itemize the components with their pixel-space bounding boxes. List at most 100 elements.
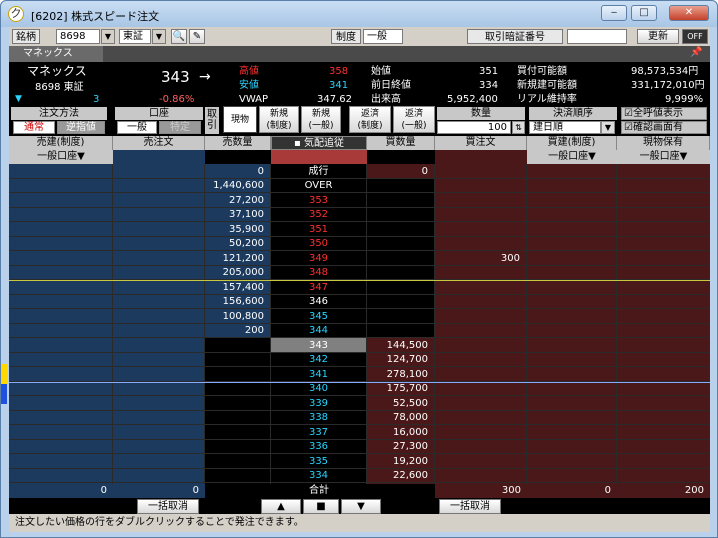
off-toggle[interactable]: OFF: [682, 29, 708, 44]
buy-margin-cell[interactable]: [527, 222, 617, 237]
holdings-cell[interactable]: [617, 309, 710, 324]
scroll-up-button[interactable]: ▲: [261, 499, 301, 514]
price-cell[interactable]: 342: [271, 353, 367, 367]
cancel-all-sell-button[interactable]: 一括取消: [137, 499, 199, 514]
buy-margin-cell[interactable]: [527, 179, 617, 193]
holdings-cell[interactable]: [617, 353, 710, 367]
normal-order-button[interactable]: 通常: [13, 121, 55, 134]
settle-order-select[interactable]: 建日順: [529, 121, 601, 134]
buy-margin-cell[interactable]: [527, 208, 617, 222]
sell-order-cell[interactable]: [113, 353, 205, 367]
edit-icon[interactable]: ✎: [189, 29, 205, 44]
sell-order-cell[interactable]: [113, 222, 205, 237]
price-cell[interactable]: 351: [271, 222, 367, 237]
sell-margin-cell[interactable]: [9, 295, 113, 309]
buy-margin-cell[interactable]: [527, 469, 617, 483]
genbutsu-button[interactable]: 現物: [223, 106, 257, 133]
pin-icon[interactable]: 📌: [690, 47, 706, 61]
tokutei-account-button[interactable]: 特定: [159, 121, 201, 134]
market-dropdown-icon[interactable]: ▼: [152, 29, 166, 44]
holdings-cell[interactable]: [617, 338, 710, 353]
buy-order-cell[interactable]: [435, 295, 527, 309]
sell-margin-cell[interactable]: [9, 411, 113, 425]
buy-margin-cell[interactable]: [527, 164, 617, 179]
search-icon[interactable]: 🔍: [171, 29, 187, 44]
buy-order-cell[interactable]: [435, 222, 527, 237]
sell-margin-cell[interactable]: [9, 382, 113, 396]
buy-margin-cell[interactable]: [527, 237, 617, 251]
price-cell[interactable]: 成行: [271, 164, 367, 179]
sell-margin-cell[interactable]: [9, 440, 113, 454]
holdings-cell[interactable]: [617, 454, 710, 469]
sell-margin-cell[interactable]: [9, 193, 113, 208]
sell-order-cell[interactable]: [113, 396, 205, 411]
sell-margin-cell[interactable]: [9, 266, 113, 280]
price-cell[interactable]: 334: [271, 469, 367, 483]
price-cell[interactable]: 338: [271, 411, 367, 425]
price-cell[interactable]: OVER: [271, 179, 367, 193]
all-prices-checkbox[interactable]: ☑全呼値表示: [621, 107, 707, 120]
price-cell[interactable]: 343: [271, 338, 367, 353]
sell-margin-cell[interactable]: [9, 280, 113, 295]
buy-order-cell[interactable]: [435, 440, 527, 454]
stop-order-button[interactable]: 逆指値: [57, 121, 105, 134]
quantity-input[interactable]: 100: [437, 121, 511, 134]
holdings-cell[interactable]: [617, 208, 710, 222]
sell-order-cell[interactable]: [113, 280, 205, 295]
buy-order-cell[interactable]: [435, 208, 527, 222]
buy-margin-cell[interactable]: [527, 266, 617, 280]
sell-order-cell[interactable]: [113, 469, 205, 483]
cancel-all-buy-button[interactable]: 一括取消: [439, 499, 501, 514]
sell-order-cell[interactable]: [113, 324, 205, 338]
sell-order-cell[interactable]: [113, 338, 205, 353]
sell-margin-cell[interactable]: [9, 324, 113, 338]
buy-margin-cell[interactable]: [527, 454, 617, 469]
buy-margin-cell[interactable]: [527, 425, 617, 440]
sell-margin-cell[interactable]: [9, 353, 113, 367]
minimize-button[interactable]: ‒: [601, 5, 627, 21]
buy-order-cell[interactable]: [435, 280, 527, 295]
price-cell[interactable]: 350: [271, 237, 367, 251]
price-cell[interactable]: 349: [271, 251, 367, 266]
buy-order-cell[interactable]: [435, 266, 527, 280]
stock-code-input[interactable]: 8698: [56, 29, 100, 44]
holdings-cell[interactable]: [617, 280, 710, 295]
maximize-button[interactable]: □: [631, 5, 657, 21]
holdings-cell[interactable]: [617, 193, 710, 208]
sell-order-cell[interactable]: [113, 164, 205, 179]
sell-order-cell[interactable]: [113, 425, 205, 440]
price-cell[interactable]: 340: [271, 382, 367, 396]
price-cell[interactable]: 347: [271, 280, 367, 295]
price-cell[interactable]: 353: [271, 193, 367, 208]
sell-margin-cell[interactable]: [9, 338, 113, 353]
sell-order-cell[interactable]: [113, 411, 205, 425]
holdings-cell[interactable]: [617, 179, 710, 193]
buy-order-cell[interactable]: [435, 353, 527, 367]
price-cell[interactable]: 341: [271, 367, 367, 382]
buy-order-cell[interactable]: [435, 324, 527, 338]
price-cell[interactable]: 352: [271, 208, 367, 222]
sell-order-cell[interactable]: [113, 179, 205, 193]
holdings-cell[interactable]: [617, 367, 710, 382]
close-button[interactable]: ✕: [669, 5, 709, 21]
sell-order-cell[interactable]: [113, 266, 205, 280]
buy-order-cell[interactable]: [435, 237, 527, 251]
quantity-stepper-icon[interactable]: ⇅: [512, 121, 525, 134]
holdings-cell[interactable]: [617, 222, 710, 237]
scroll-down-button[interactable]: ▼: [341, 499, 381, 514]
price-cell[interactable]: 335: [271, 454, 367, 469]
sell-order-cell[interactable]: [113, 309, 205, 324]
buy-order-cell[interactable]: [435, 338, 527, 353]
buy-account-select[interactable]: 一般口座▼: [527, 150, 617, 164]
new-ippan-button[interactable]: 新規 (一般): [301, 106, 341, 133]
sell-margin-cell[interactable]: [9, 425, 113, 440]
buy-margin-cell[interactable]: [527, 338, 617, 353]
buy-order-cell[interactable]: [435, 367, 527, 382]
sell-margin-cell[interactable]: [9, 237, 113, 251]
buy-margin-cell[interactable]: [527, 193, 617, 208]
buy-margin-cell[interactable]: [527, 353, 617, 367]
sell-order-cell[interactable]: [113, 454, 205, 469]
buy-order-cell[interactable]: [435, 454, 527, 469]
update-button[interactable]: 更新: [637, 29, 679, 44]
sell-order-cell[interactable]: [113, 193, 205, 208]
